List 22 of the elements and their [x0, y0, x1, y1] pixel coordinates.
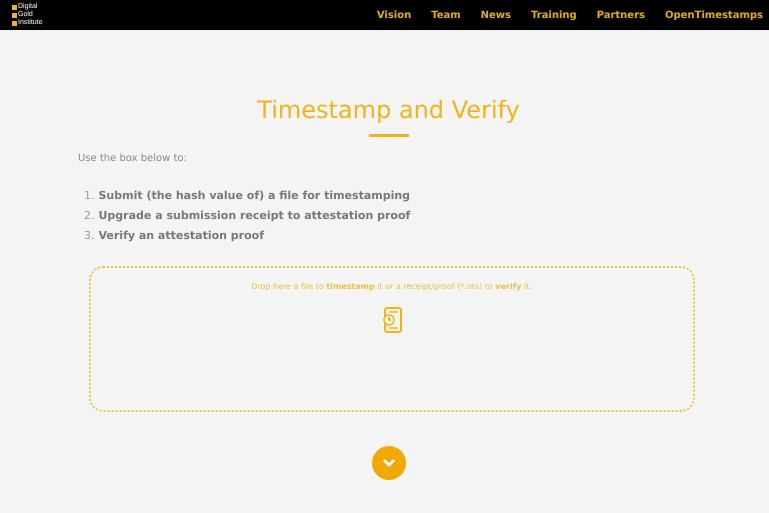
logo-square-icon: [12, 4, 17, 10]
title-underline: [368, 134, 408, 137]
chevron-down-icon: [382, 458, 396, 468]
intro-text: Use the box below to:: [78, 153, 187, 164]
nav-link[interactable]: Vision: [376, 10, 412, 20]
nav-link[interactable]: Team: [431, 10, 461, 20]
file-clock-icon: [380, 307, 402, 333]
step-text: Submit (the hash value of) a file for timestamping: [98, 188, 410, 204]
logo-square-icon: [12, 20, 17, 26]
step-text: Verify an attestation proof: [98, 228, 264, 244]
page-title: Timestamp and Verify: [257, 96, 520, 124]
scroll-down-button[interactable]: [372, 446, 406, 480]
step-number: 2.: [84, 208, 94, 224]
drop-instruction: Drop here a file to timestamp it or a receipt/proof (*.ots) to verify it.: [251, 282, 532, 291]
step-number: 3.: [84, 228, 94, 244]
nav-link[interactable]: Partners: [596, 10, 645, 20]
step-number: 1.: [84, 188, 94, 204]
nav-link[interactable]: News: [480, 10, 511, 20]
logo-square-icon: [12, 12, 17, 18]
nav-link[interactable]: Training: [531, 10, 577, 20]
nav-link[interactable]: OpenTimestamps: [664, 10, 763, 20]
step-text: Upgrade a submission receipt to attestation proof: [98, 208, 410, 224]
